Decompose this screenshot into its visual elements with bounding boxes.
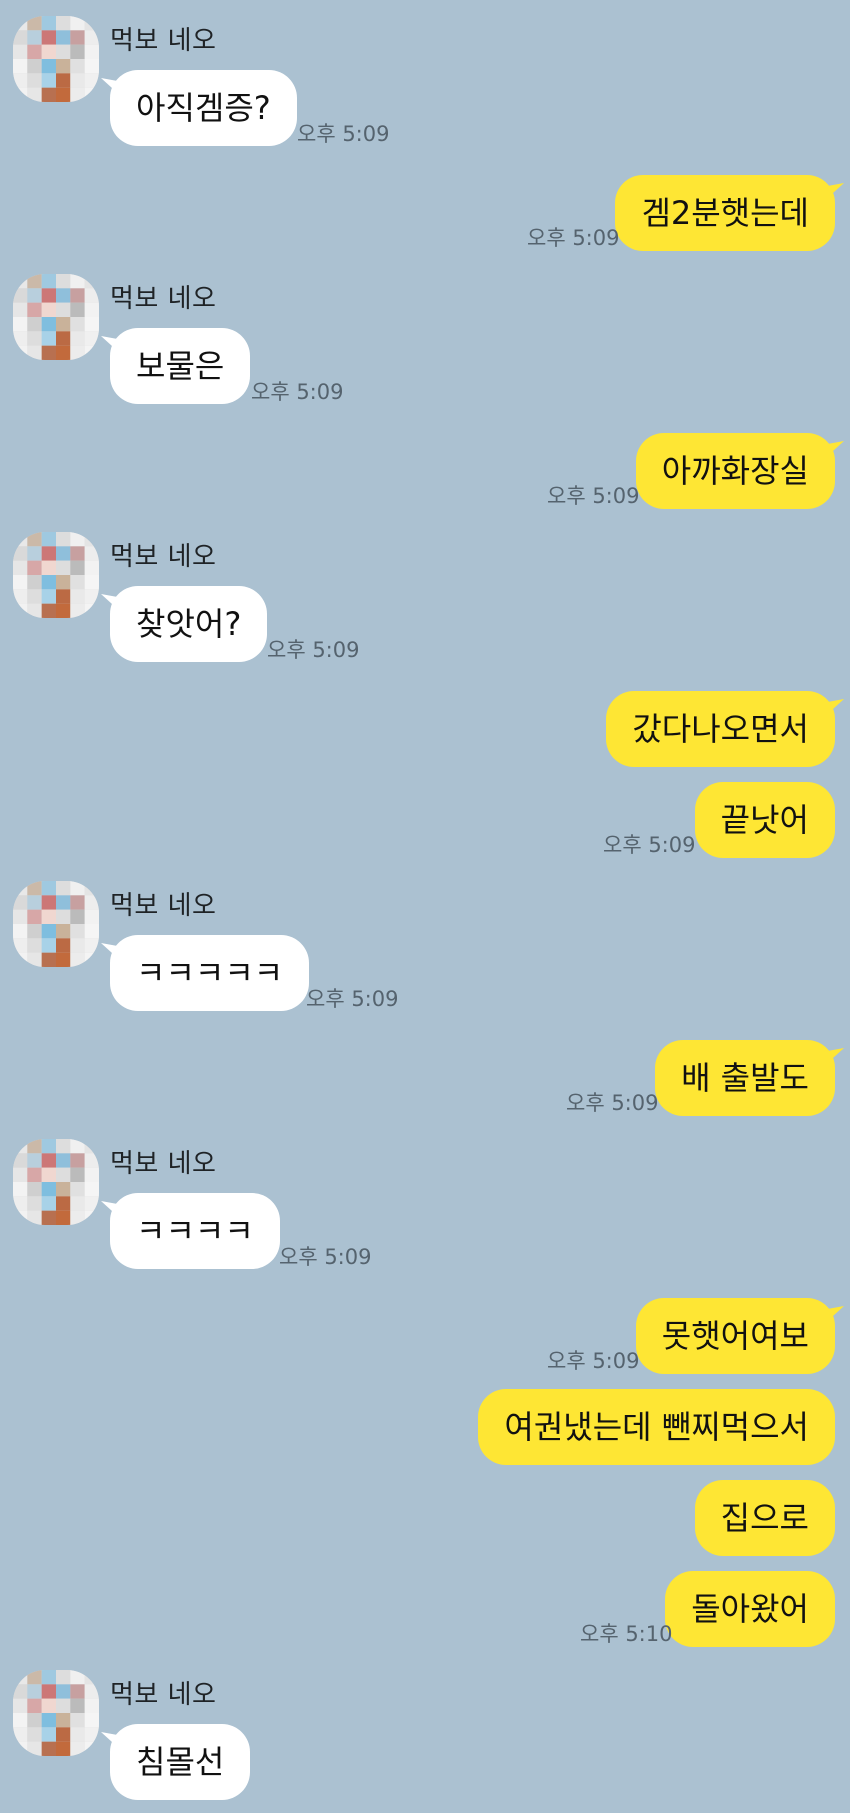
outgoing-message[interactable]: 집으로: [694, 1480, 835, 1556]
pixelated-avatar-icon: [13, 274, 99, 360]
message-timestamp: 오후 5:09: [603, 833, 696, 857]
pixelated-avatar-icon: [13, 881, 99, 967]
sender-name: 먹보 네오: [110, 26, 217, 56]
outgoing-message[interactable]: 갔다나오면서: [606, 691, 835, 767]
message-timestamp: 오후 5:09: [251, 380, 344, 404]
message-timestamp: 오후 5:09: [566, 1091, 659, 1115]
outgoing-message[interactable]: 아까화장실: [635, 433, 835, 509]
message-timestamp: 오후 5:09: [306, 987, 399, 1011]
message-timestamp: 오후 5:10: [580, 1622, 673, 1646]
contact-avatar[interactable]: [13, 274, 99, 360]
pixelated-avatar-icon: [13, 532, 99, 618]
message-timestamp: 오후 5:09: [267, 638, 360, 662]
incoming-message[interactable]: ㅋㅋㅋㅋ: [110, 1193, 280, 1269]
message-timestamp: 오후 5:09: [547, 1349, 640, 1373]
incoming-message[interactable]: 침몰선: [110, 1724, 251, 1800]
outgoing-message[interactable]: 돌아왔어: [665, 1571, 835, 1647]
sender-name: 먹보 네오: [110, 542, 217, 572]
incoming-message[interactable]: 보물은: [110, 328, 251, 404]
pixelated-avatar-icon: [13, 16, 99, 102]
outgoing-message[interactable]: 여권냈는데 뺀찌먹으서: [478, 1389, 835, 1465]
chat-room: 먹보 네오 아직겜증? 오후 5:09 겜2분햇는데 오후 5:09 먹보 네오…: [0, 0, 850, 1813]
incoming-message[interactable]: ㅋㅋㅋㅋㅋ: [110, 935, 310, 1011]
message-timestamp: 오후 5:09: [547, 484, 640, 508]
pixelated-avatar-icon: [13, 1670, 99, 1756]
contact-avatar[interactable]: [13, 16, 99, 102]
message-timestamp: 오후 5:09: [279, 1245, 372, 1269]
message-timestamp: 오후 5:09: [527, 226, 620, 250]
outgoing-message[interactable]: 못햇어여보: [635, 1298, 835, 1374]
contact-avatar[interactable]: [13, 1670, 99, 1756]
message-timestamp: 오후 5:09: [297, 122, 390, 146]
pixelated-avatar-icon: [13, 1139, 99, 1225]
sender-name: 먹보 네오: [110, 284, 217, 314]
incoming-message[interactable]: 아직겜증?: [110, 70, 297, 146]
incoming-message[interactable]: 찾앗어?: [110, 586, 268, 662]
outgoing-message[interactable]: 겜2분햇는데: [615, 175, 835, 251]
contact-avatar[interactable]: [13, 881, 99, 967]
contact-avatar[interactable]: [13, 532, 99, 618]
sender-name: 먹보 네오: [110, 1149, 217, 1179]
outgoing-message[interactable]: 끝낫어: [694, 782, 835, 858]
outgoing-message[interactable]: 배 출발도: [655, 1040, 835, 1116]
sender-name: 먹보 네오: [110, 891, 217, 921]
contact-avatar[interactable]: [13, 1139, 99, 1225]
sender-name: 먹보 네오: [110, 1680, 217, 1710]
